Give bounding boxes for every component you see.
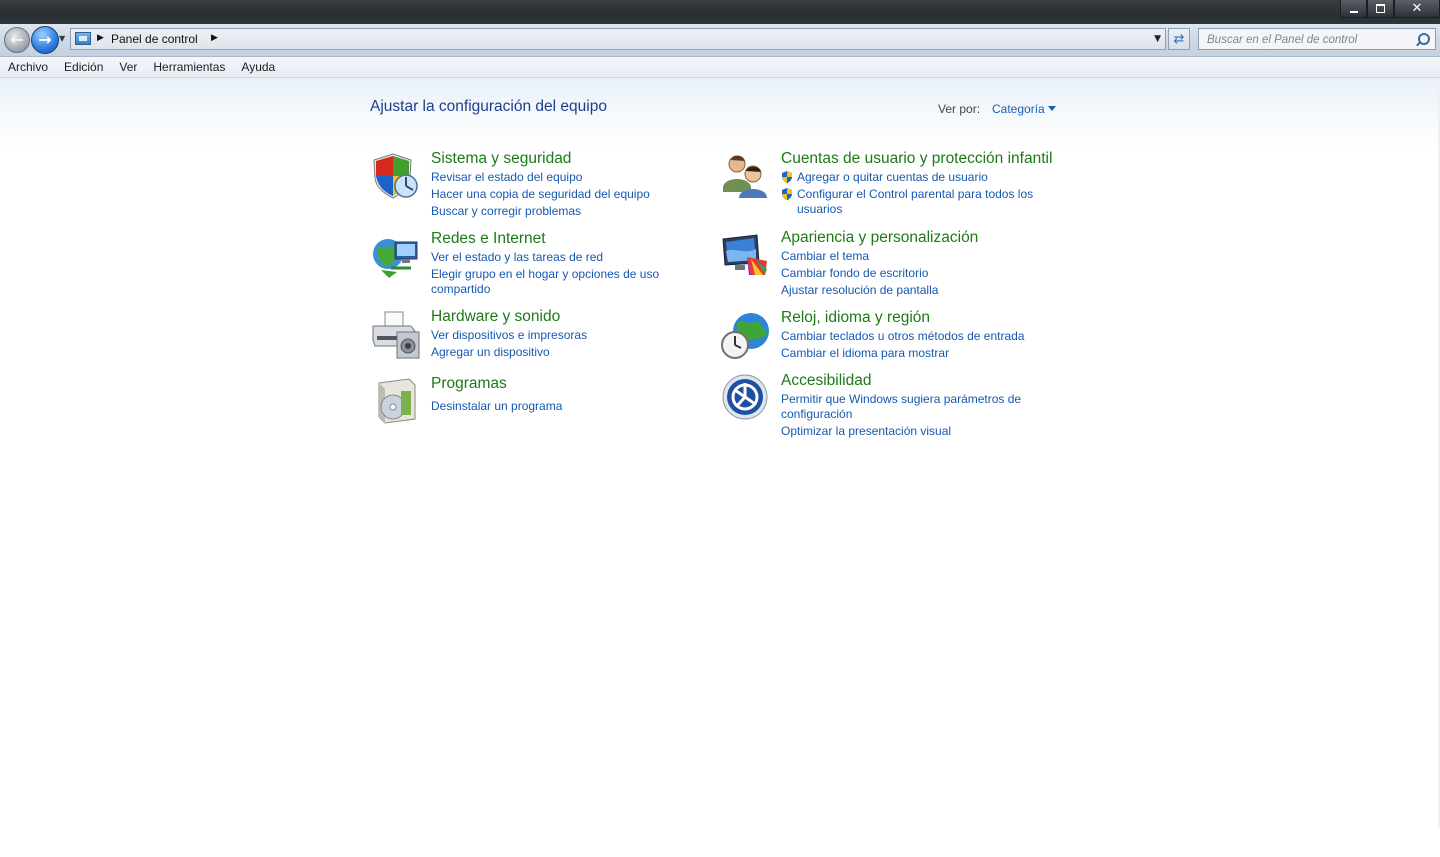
view-by-label: Ver por: bbox=[938, 102, 981, 116]
minimize-button[interactable] bbox=[1340, 0, 1367, 18]
link-parental-control[interactable]: Configurar el Control parental para todo… bbox=[781, 187, 1051, 217]
link-change-keyboards[interactable]: Cambiar teclados u otros métodos de entr… bbox=[781, 329, 1024, 344]
breadcrumb-chevron-icon[interactable]: ▶ bbox=[211, 33, 218, 43]
page-title: Ajustar la configuración del equipo bbox=[370, 98, 607, 115]
view-by-dropdown[interactable]: Categoría bbox=[992, 102, 1045, 116]
link-devices-printers[interactable]: Ver dispositivos e impresoras bbox=[431, 328, 587, 343]
search-input[interactable] bbox=[1205, 31, 1414, 49]
link-windows-suggest-settings[interactable]: Permitir que Windows sugiera parámetros … bbox=[781, 392, 1031, 422]
category-links: Cambiar teclados u otros métodos de entr… bbox=[781, 329, 1024, 363]
printer-icon[interactable] bbox=[371, 310, 421, 360]
category-title-programs[interactable]: Programas bbox=[431, 375, 507, 393]
uac-shield-icon bbox=[782, 188, 792, 201]
users-icon[interactable] bbox=[721, 152, 771, 202]
forward-arrow-icon: → bbox=[38, 30, 52, 49]
link-uninstall-program[interactable]: Desinstalar un programa bbox=[431, 399, 562, 414]
category-title-clock-language[interactable]: Reloj, idioma y región bbox=[781, 309, 930, 327]
link-label: Agregar o quitar cuentas de usuario bbox=[797, 170, 988, 184]
close-button[interactable]: ✕ bbox=[1394, 0, 1440, 18]
maximize-icon bbox=[1376, 4, 1385, 13]
link-label: Configurar el Control parental para todo… bbox=[797, 187, 1034, 216]
link-change-display-language[interactable]: Cambiar el idioma para mostrar bbox=[781, 346, 1024, 361]
back-button[interactable]: ← bbox=[4, 27, 30, 53]
search-box[interactable] bbox=[1198, 28, 1436, 50]
category-links: Cambiar el tema Cambiar fondo de escrito… bbox=[781, 249, 938, 300]
category-title-network-internet[interactable]: Redes e Internet bbox=[431, 230, 546, 248]
minimize-icon bbox=[1349, 10, 1358, 13]
menu-bar: Archivo Edición Ver Herramientas Ayuda bbox=[0, 57, 1440, 78]
breadcrumb-control-panel[interactable]: Panel de control bbox=[111, 32, 198, 46]
title-bar: ✕ bbox=[0, 0, 1440, 24]
navigation-bar: ← → ▼ ▶ Panel de control ▶ ▼ ⇄ bbox=[0, 24, 1440, 57]
refresh-button[interactable]: ⇄ bbox=[1168, 28, 1190, 50]
link-review-status[interactable]: Revisar el estado del equipo bbox=[431, 170, 650, 185]
programs-icon[interactable] bbox=[371, 377, 421, 427]
close-icon: ✕ bbox=[1411, 1, 1423, 16]
category-title-hardware-sound[interactable]: Hardware y sonido bbox=[431, 308, 560, 326]
search-icon[interactable] bbox=[1418, 33, 1430, 45]
category-links: Revisar el estado del equipo Hacer una c… bbox=[431, 170, 650, 221]
category-links: Permitir que Windows sugiera parámetros … bbox=[781, 392, 1031, 441]
category-title-user-accounts[interactable]: Cuentas de usuario y protección infantil bbox=[781, 150, 1052, 168]
menu-archivo[interactable]: Archivo bbox=[0, 57, 56, 77]
menu-ver[interactable]: Ver bbox=[111, 57, 145, 77]
shield-icon[interactable] bbox=[371, 152, 421, 202]
link-change-wallpaper[interactable]: Cambiar fondo de escritorio bbox=[781, 266, 938, 281]
address-dropdown-icon[interactable]: ▼ bbox=[1154, 34, 1161, 44]
link-add-remove-accounts[interactable]: Agregar o quitar cuentas de usuario bbox=[781, 170, 1051, 185]
control-panel-icon bbox=[75, 32, 91, 45]
network-globe-icon[interactable] bbox=[371, 232, 421, 282]
address-bar[interactable]: ▶ Panel de control ▶ ▼ bbox=[70, 28, 1166, 50]
link-backup[interactable]: Hacer una copia de seguridad del equipo bbox=[431, 187, 650, 202]
link-homegroup[interactable]: Elegir grupo en el hogar y opciones de u… bbox=[431, 267, 671, 297]
recent-pages-dropdown[interactable]: ▼ bbox=[59, 34, 65, 43]
back-arrow-icon: ← bbox=[10, 30, 24, 49]
content-header-gradient bbox=[0, 78, 1440, 148]
link-optimize-visual[interactable]: Optimizar la presentación visual bbox=[781, 424, 1031, 439]
link-change-theme[interactable]: Cambiar el tema bbox=[781, 249, 938, 264]
category-links: Ver dispositivos e impresoras Agregar un… bbox=[431, 328, 587, 362]
menu-ayuda[interactable]: Ayuda bbox=[233, 57, 283, 77]
breadcrumb-chevron-icon[interactable]: ▶ bbox=[97, 33, 104, 43]
link-troubleshoot[interactable]: Buscar y corregir problemas bbox=[431, 204, 650, 219]
category-title-system-security[interactable]: Sistema y seguridad bbox=[431, 150, 571, 168]
uac-shield-icon bbox=[782, 171, 792, 184]
link-network-status[interactable]: Ver el estado y las tareas de red bbox=[431, 250, 671, 265]
chevron-down-icon[interactable] bbox=[1048, 106, 1056, 111]
link-add-device[interactable]: Agregar un dispositivo bbox=[431, 345, 587, 360]
link-screen-resolution[interactable]: Ajustar resolución de pantalla bbox=[781, 283, 938, 298]
category-links: Ver el estado y las tareas de red Elegir… bbox=[431, 250, 671, 299]
category-title-accessibility[interactable]: Accesibilidad bbox=[781, 372, 871, 390]
menu-herramientas[interactable]: Herramientas bbox=[145, 57, 233, 77]
clock-globe-icon[interactable] bbox=[721, 311, 771, 361]
category-links: Desinstalar un programa bbox=[431, 399, 562, 416]
window-controls: ✕ bbox=[1340, 0, 1440, 18]
maximize-button[interactable] bbox=[1367, 0, 1394, 18]
monitor-palette-icon[interactable] bbox=[721, 231, 771, 281]
accessibility-icon[interactable] bbox=[721, 374, 771, 424]
refresh-icon: ⇄ bbox=[1173, 31, 1185, 47]
category-links: Agregar o quitar cuentas de usuario Conf… bbox=[781, 170, 1051, 219]
menu-edicion[interactable]: Edición bbox=[56, 57, 111, 77]
forward-button[interactable]: → bbox=[31, 26, 59, 54]
category-title-appearance[interactable]: Apariencia y personalización bbox=[781, 229, 978, 247]
